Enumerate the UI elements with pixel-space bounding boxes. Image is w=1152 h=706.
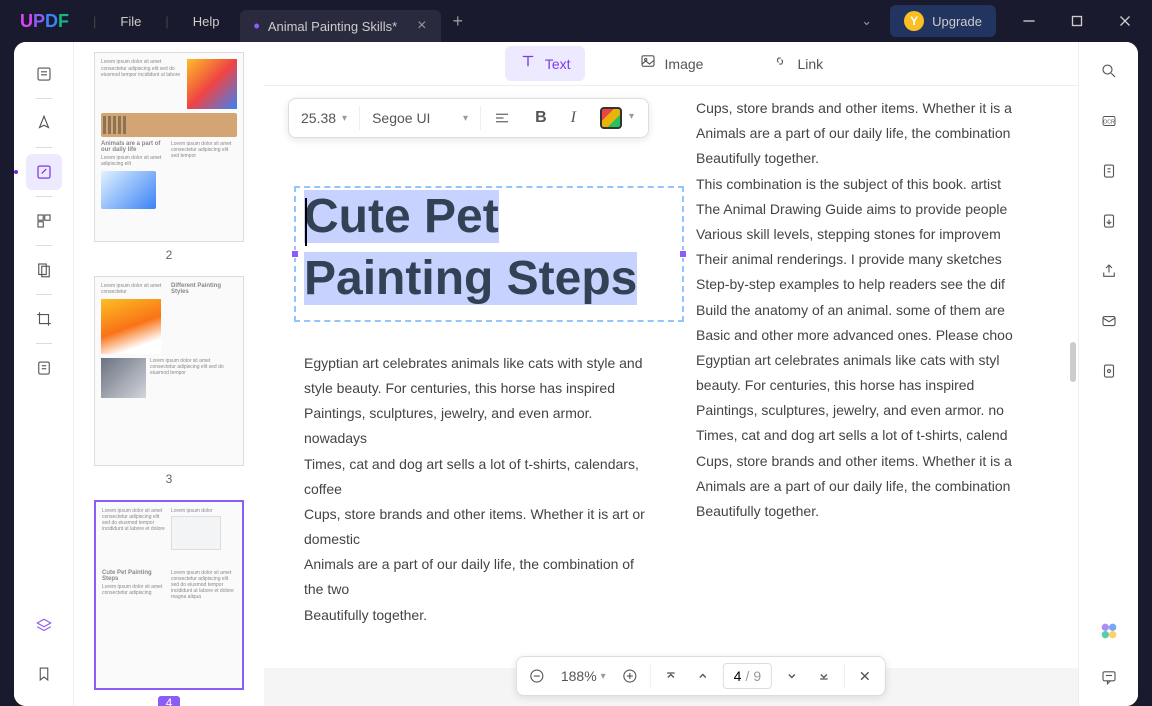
right-toolbar: OCR bbox=[1078, 42, 1138, 706]
document-tab[interactable]: • Animal Painting Skills* × bbox=[240, 10, 441, 42]
italic-button[interactable]: I bbox=[559, 99, 588, 137]
avatar: Y bbox=[904, 11, 924, 31]
first-page-button[interactable] bbox=[655, 660, 687, 692]
upgrade-button[interactable]: Y Upgrade bbox=[890, 5, 996, 37]
image-icon bbox=[639, 52, 657, 75]
zoom-out-button[interactable] bbox=[521, 660, 553, 692]
close-bar-button[interactable] bbox=[849, 660, 881, 692]
separator: | bbox=[93, 14, 96, 29]
font-family-select[interactable]: Segoe UI▾ bbox=[360, 99, 480, 137]
maximize-button[interactable] bbox=[1062, 6, 1092, 36]
thumbnail-panel: Lorem ipsum dolor sit amet consectetur a… bbox=[74, 42, 264, 706]
comment-button[interactable] bbox=[1094, 662, 1124, 692]
titlebar: UPDF | File | Help • Animal Painting Ski… bbox=[0, 0, 1152, 42]
page-navigation-bar: 188%▾ 4 / 9 bbox=[516, 656, 886, 696]
minimize-button[interactable] bbox=[1014, 6, 1044, 36]
thumbnail-label: 2 bbox=[84, 248, 254, 262]
next-page-button[interactable] bbox=[776, 660, 808, 692]
share-button[interactable] bbox=[1094, 256, 1124, 286]
edit-button[interactable] bbox=[26, 154, 62, 190]
reader-mode-button[interactable] bbox=[26, 56, 62, 92]
document-viewport[interactable]: Text Image Link 25.38▾ Segoe UI▾ B I bbox=[264, 42, 1138, 706]
close-icon[interactable]: × bbox=[417, 17, 426, 35]
text-icon bbox=[519, 52, 537, 75]
close-button[interactable] bbox=[1110, 6, 1140, 36]
crop-button[interactable] bbox=[26, 301, 62, 337]
layers-button[interactable] bbox=[26, 608, 62, 644]
email-button[interactable] bbox=[1094, 306, 1124, 336]
text-cursor bbox=[305, 198, 307, 246]
body-text[interactable]: Cups, store brands and other items. Whet… bbox=[696, 96, 1038, 628]
image-tool-button[interactable]: Image bbox=[625, 46, 718, 81]
new-tab-button[interactable]: + bbox=[453, 11, 464, 32]
edit-toolbar: Text Image Link bbox=[264, 42, 1078, 86]
bold-button[interactable]: B bbox=[523, 99, 559, 137]
menu-file[interactable]: File bbox=[100, 14, 161, 29]
protect-button[interactable] bbox=[1094, 356, 1124, 386]
chevron-down-icon: ▾ bbox=[463, 113, 468, 124]
format-toolbar: 25.38▾ Segoe UI▾ B I bbox=[288, 98, 649, 138]
page-thumbnail[interactable]: Lorem ipsum dolor sit amet consecteturDi… bbox=[84, 276, 254, 486]
tab-indicator-icon: • bbox=[254, 16, 260, 37]
annotate-button[interactable] bbox=[26, 105, 62, 141]
font-size-input[interactable]: 25.38▾ bbox=[289, 99, 359, 137]
organize-button[interactable] bbox=[26, 203, 62, 239]
chevron-down-icon: ▾ bbox=[342, 113, 347, 124]
thumbnail-label: 3 bbox=[84, 472, 254, 486]
left-toolbar bbox=[14, 42, 74, 706]
svg-text:OCR: OCR bbox=[1103, 119, 1115, 125]
redact-button[interactable] bbox=[26, 252, 62, 288]
bookmark-button[interactable] bbox=[26, 656, 62, 692]
form-button[interactable] bbox=[26, 350, 62, 386]
scrollbar-thumb[interactable] bbox=[1070, 342, 1076, 382]
convert-button[interactable] bbox=[1094, 206, 1124, 236]
link-tool-button[interactable]: Link bbox=[757, 46, 837, 81]
separator: | bbox=[165, 14, 168, 29]
resize-handle[interactable] bbox=[291, 250, 299, 258]
ocr-button[interactable]: OCR bbox=[1094, 106, 1124, 136]
page-thumbnail[interactable]: Lorem ipsum dolor sit amet consectetur a… bbox=[84, 500, 254, 706]
link-icon bbox=[771, 52, 789, 75]
app-logo: UPDF bbox=[0, 11, 89, 32]
resize-handle[interactable] bbox=[679, 250, 687, 258]
chevron-down-icon: ▾ bbox=[601, 671, 606, 682]
compress-button[interactable] bbox=[1094, 156, 1124, 186]
document-page: Cute Pet Painting Steps Egyptian art cel… bbox=[264, 86, 1078, 668]
ai-assistant-button[interactable] bbox=[1094, 616, 1124, 646]
zoom-level-select[interactable]: 188%▾ bbox=[553, 668, 614, 684]
page-input[interactable]: 4 / 9 bbox=[723, 663, 772, 689]
text-selection-box[interactable] bbox=[294, 186, 684, 322]
body-text[interactable]: Egyptian art celebrates animals like cat… bbox=[304, 351, 646, 628]
align-button[interactable] bbox=[481, 99, 523, 137]
zoom-in-button[interactable] bbox=[614, 660, 646, 692]
prev-page-button[interactable] bbox=[687, 660, 719, 692]
tab-title: Animal Painting Skills* bbox=[268, 19, 397, 34]
text-tool-button[interactable]: Text bbox=[505, 46, 585, 81]
menu-help[interactable]: Help bbox=[173, 14, 240, 29]
thumbnail-label: 4 bbox=[158, 696, 180, 706]
chevron-down-icon[interactable]: ⌄ bbox=[861, 13, 872, 29]
search-button[interactable] bbox=[1094, 56, 1124, 86]
last-page-button[interactable] bbox=[808, 660, 840, 692]
page-thumbnail[interactable]: Lorem ipsum dolor sit amet consectetur a… bbox=[84, 52, 254, 262]
color-picker-button[interactable] bbox=[588, 99, 648, 137]
